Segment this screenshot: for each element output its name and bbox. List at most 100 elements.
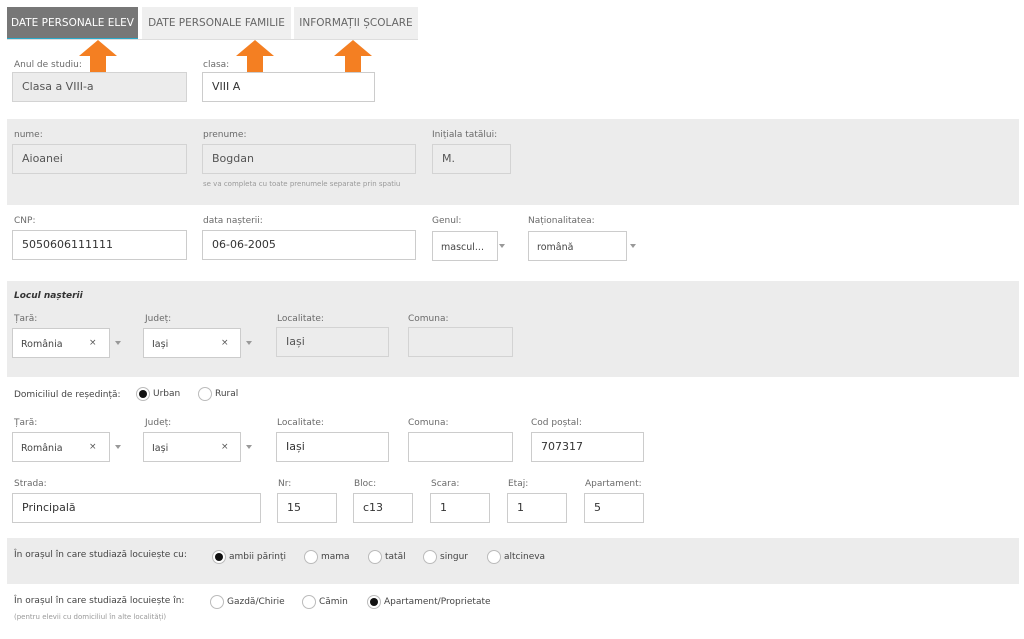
study-year-label: Anul de studiu: [14, 60, 82, 70]
gender-value: mascul... [441, 242, 484, 253]
res-county-select[interactable]: Iași × [143, 432, 241, 462]
chevron-down-icon[interactable] [630, 244, 636, 248]
radio-rural[interactable]: Rural [198, 387, 238, 401]
radio-dot-icon [302, 595, 316, 609]
birthdate-label: data nașterii: [203, 216, 263, 226]
radio-urban[interactable]: Urban [136, 387, 180, 401]
gender-select[interactable]: mascul... [432, 231, 498, 261]
res-locality-field[interactable]: Iași [276, 432, 389, 462]
nationality-select[interactable]: română [528, 231, 627, 261]
chevron-down-icon[interactable] [115, 445, 121, 449]
radio-tatal[interactable]: tatăl [368, 550, 406, 564]
lives-with-label: În orașul în care studiază locuiește cu: [14, 550, 187, 560]
cnp-label: CNP: [14, 216, 36, 226]
birth-commune-field [408, 327, 513, 357]
chevron-down-icon[interactable] [246, 341, 252, 345]
res-country-select[interactable]: România × [12, 432, 110, 462]
res-country-label: Țară: [14, 418, 38, 428]
radio-label: Apartament/Proprietate [384, 597, 491, 607]
chevron-down-icon[interactable] [499, 244, 505, 248]
floor-field[interactable]: 1 [507, 493, 567, 523]
floor-label: Etaj: [508, 479, 529, 489]
study-year-field: Clasa a VIII-a [12, 72, 187, 102]
clear-icon[interactable]: × [221, 442, 229, 452]
street-label: Strada: [14, 479, 47, 489]
radio-label: singur [440, 552, 469, 562]
clear-icon[interactable]: × [221, 338, 229, 348]
res-county-value: Iași [152, 443, 169, 454]
apartment-field[interactable]: 5 [584, 493, 644, 523]
birth-commune-label: Comuna: [408, 314, 449, 324]
father-initial-label: Inițiala tatălui: [432, 130, 498, 140]
radio-dot-icon [210, 595, 224, 609]
firstname-field: Bogdan [202, 144, 416, 174]
block-field[interactable]: c13 [353, 493, 413, 523]
cnp-field[interactable]: 5050606111111 [12, 230, 187, 260]
radio-label: tatăl [385, 552, 406, 562]
number-label: Nr: [278, 479, 292, 489]
lives-in-label: În orașul în care studiază locuiește în: [14, 596, 185, 606]
radio-camin[interactable]: Cămin [302, 595, 348, 609]
radio-dot-icon [368, 550, 382, 564]
res-commune-label: Comuna: [408, 418, 449, 428]
birth-county-value: Iași [152, 339, 169, 350]
birth-locality-label: Localitate: [277, 314, 324, 324]
stair-label: Scara: [431, 479, 460, 489]
stair-field[interactable]: 1 [430, 493, 490, 523]
arrow-up-icon [334, 40, 372, 74]
street-field[interactable]: Principală [12, 493, 261, 523]
radio-apartament-proprietate[interactable]: Apartament/Proprietate [367, 595, 491, 609]
birth-county-label: Județ: [145, 314, 172, 324]
firstname-label: prenume: [203, 130, 247, 140]
nationality-label: Naționalitatea: [528, 216, 595, 226]
radio-label: ambii părinți [229, 552, 287, 562]
number-field[interactable]: 15 [277, 493, 337, 523]
birth-country-select[interactable]: România × [12, 328, 110, 358]
postal-code-label: Cod poștal: [531, 418, 582, 428]
lives-in-hint: (pentru elevii cu domiciliul în alte loc… [14, 613, 167, 621]
chevron-down-icon[interactable] [115, 341, 121, 345]
radio-dot-icon [487, 550, 501, 564]
tab-informatii-scolare[interactable]: INFORMAȚII ȘCOLARE [294, 7, 418, 40]
birth-country-value: România [21, 339, 63, 350]
nationality-value: română [537, 242, 574, 253]
radio-mama[interactable]: mama [304, 550, 350, 564]
lastname-field: Aioanei [12, 144, 187, 174]
chevron-down-icon[interactable] [246, 445, 252, 449]
radio-dot-icon [212, 550, 226, 564]
class-label: clasa: [203, 60, 230, 70]
birthplace-title: Locul nașterii [14, 291, 83, 301]
firstname-hint: se va completa cu toate prenumele separa… [203, 180, 401, 188]
radio-gazda-chirie[interactable]: Gazdă/Chirie [210, 595, 285, 609]
radio-dot-icon [304, 550, 318, 564]
res-county-label: Județ: [145, 418, 172, 428]
radio-label: mama [321, 552, 350, 562]
res-commune-field[interactable] [408, 432, 513, 462]
radio-label: Urban [153, 389, 181, 399]
lastname-label: nume: [14, 130, 43, 140]
residence-label: Domiciliul de reședință: [14, 390, 121, 400]
clear-icon[interactable]: × [89, 442, 97, 452]
radio-singur[interactable]: singur [423, 550, 468, 564]
radio-ambii-parinti[interactable]: ambii părinți [212, 550, 286, 564]
block-label: Bloc: [354, 479, 377, 489]
class-field[interactable]: VIII A [202, 72, 375, 102]
radio-label: Rural [215, 389, 239, 399]
birth-county-select[interactable]: Iași × [143, 328, 241, 358]
res-locality-label: Localitate: [277, 418, 324, 428]
radio-label: altcineva [504, 552, 546, 562]
birth-locality-field: Iași [276, 327, 389, 357]
birth-country-label: Țară: [14, 314, 38, 324]
postal-code-field[interactable]: 707317 [531, 432, 644, 462]
clear-icon[interactable]: × [89, 338, 97, 348]
radio-dot-icon [198, 387, 212, 401]
tab-date-personale-familie[interactable]: DATE PERSONALE FAMILIE [142, 7, 291, 40]
arrow-up-icon [236, 40, 274, 74]
radio-dot-icon [136, 387, 150, 401]
birthdate-field[interactable]: 06-06-2005 [202, 230, 416, 260]
radio-altcineva[interactable]: altcineva [487, 550, 545, 564]
tab-date-personale-elev[interactable]: DATE PERSONALE ELEV [7, 7, 138, 40]
radio-label: Cămin [319, 597, 348, 607]
res-country-value: România [21, 443, 63, 454]
radio-dot-icon [367, 595, 381, 609]
